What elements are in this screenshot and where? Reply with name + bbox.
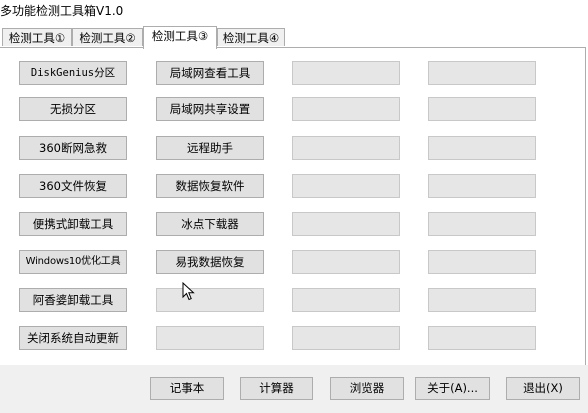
tab-tools-3[interactable]: 检测工具③ [143,26,217,49]
easeus-recovery-button[interactable]: 易我数据恢复 [156,250,264,274]
mouse-pointer-icon [182,282,195,301]
tab-panel [0,47,586,365]
blank-button-c4-1[interactable] [428,61,536,85]
portable-uninstaller-button[interactable]: 便携式卸载工具 [19,212,127,236]
about-button[interactable]: 关于(A)... [415,377,490,400]
blank-button-c3-5[interactable] [292,212,400,236]
win10-optimizer-button[interactable]: Windows10优化工具 [19,250,127,274]
bottom-button-bar: 记事本 计算器 浏览器 关于(A)... 退出(X) [0,365,588,413]
file-recovery-button[interactable]: 360文件恢复 [19,174,127,198]
exit-button[interactable]: 退出(X) [506,377,580,400]
calculator-button[interactable]: 计算器 [240,377,313,400]
browser-button[interactable]: 浏览器 [330,377,404,400]
lan-viewer-button[interactable]: 局域网查看工具 [156,61,264,85]
bingdian-downloader-button[interactable]: 冰点下载器 [156,212,264,236]
diskgenius-button[interactable]: DiskGenius分区 [19,61,127,85]
tab-strip: 检测工具① 检测工具② 检测工具③ 检测工具④ [0,26,588,49]
lan-share-settings-button[interactable]: 局域网共享设置 [156,97,264,121]
blank-button-c3-1[interactable] [292,61,400,85]
blank-button-c4-5[interactable] [428,212,536,236]
blank-button-c4-2[interactable] [428,97,536,121]
data-recovery-software-button[interactable]: 数据恢复软件 [156,174,264,198]
axiangpo-uninstaller-button[interactable]: 阿香婆卸载工具 [19,288,127,312]
blank-button-c4-7[interactable] [428,288,536,312]
lossless-partition-button[interactable]: 无损分区 [19,97,127,121]
net-rescue-button[interactable]: 360断网急救 [19,136,127,160]
blank-button-c3-4[interactable] [292,174,400,198]
tab-tools-4[interactable]: 检测工具④ [217,28,285,46]
blank-button-c2-7[interactable] [156,288,264,312]
blank-button-c4-4[interactable] [428,174,536,198]
blank-button-c4-3[interactable] [428,136,536,160]
remote-assistant-button[interactable]: 远程助手 [156,136,264,160]
blank-button-c3-6[interactable] [292,250,400,274]
blank-button-c3-7[interactable] [292,288,400,312]
blank-button-c4-8[interactable] [428,326,536,350]
title-bar: 多功能检测工具箱V1.0 [0,0,588,26]
window-title: 多功能检测工具箱V1.0 [0,4,124,18]
blank-button-c4-6[interactable] [428,250,536,274]
tab-tools-1[interactable]: 检测工具① [2,28,72,46]
disable-auto-update-button[interactable]: 关闭系统自动更新 [19,326,127,350]
blank-button-c2-8[interactable] [156,326,264,350]
notepad-button[interactable]: 记事本 [150,377,224,400]
blank-button-c3-2[interactable] [292,97,400,121]
blank-button-c3-3[interactable] [292,136,400,160]
blank-button-c3-8[interactable] [292,326,400,350]
tab-tools-2[interactable]: 检测工具② [72,28,143,46]
